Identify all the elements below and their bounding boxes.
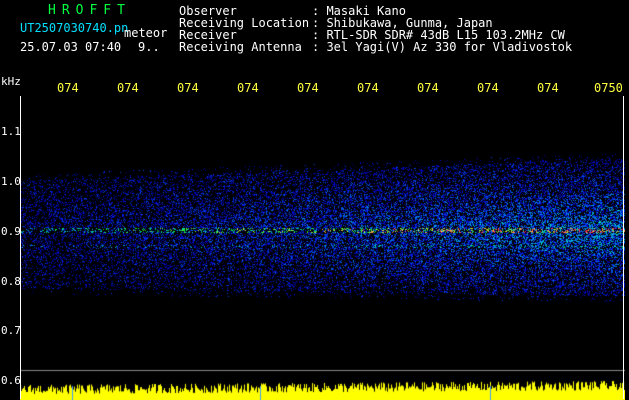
antenna-value: : 3el Yagi(V) Az 330 for Vladivostok	[312, 40, 573, 54]
freq-tick: 1.0	[1, 175, 21, 188]
time-tick: 074	[357, 81, 379, 95]
time-tick: 074	[477, 81, 499, 95]
count-label: 9..	[138, 40, 160, 54]
time-tick: 074	[537, 81, 559, 95]
freq-tick: 1.1	[1, 125, 21, 138]
axis-unit-label: kHz	[1, 75, 21, 88]
time-tick: 0750	[594, 81, 623, 95]
time-tick: 074	[177, 81, 199, 95]
freq-tick: 0.9	[1, 225, 21, 238]
time-tick: 074	[237, 81, 259, 95]
time-tick: 074	[117, 81, 139, 95]
filename-label: UT2507030740.pn	[20, 21, 129, 35]
mode-label: meteor	[124, 26, 168, 40]
freq-tick: 0.6	[1, 374, 21, 387]
freq-tick: 0.7	[1, 324, 21, 337]
time-tick: 074	[297, 81, 319, 95]
datetime-label: 25.07.03 07:40	[20, 40, 122, 54]
plot-frame	[20, 96, 624, 399]
freq-tick: 0.8	[1, 275, 21, 288]
time-tick: 074	[417, 81, 439, 95]
app-logo: HROFFT	[48, 3, 131, 18]
time-tick: 074	[57, 81, 79, 95]
antenna-label: Receiving Antenna	[179, 40, 302, 54]
